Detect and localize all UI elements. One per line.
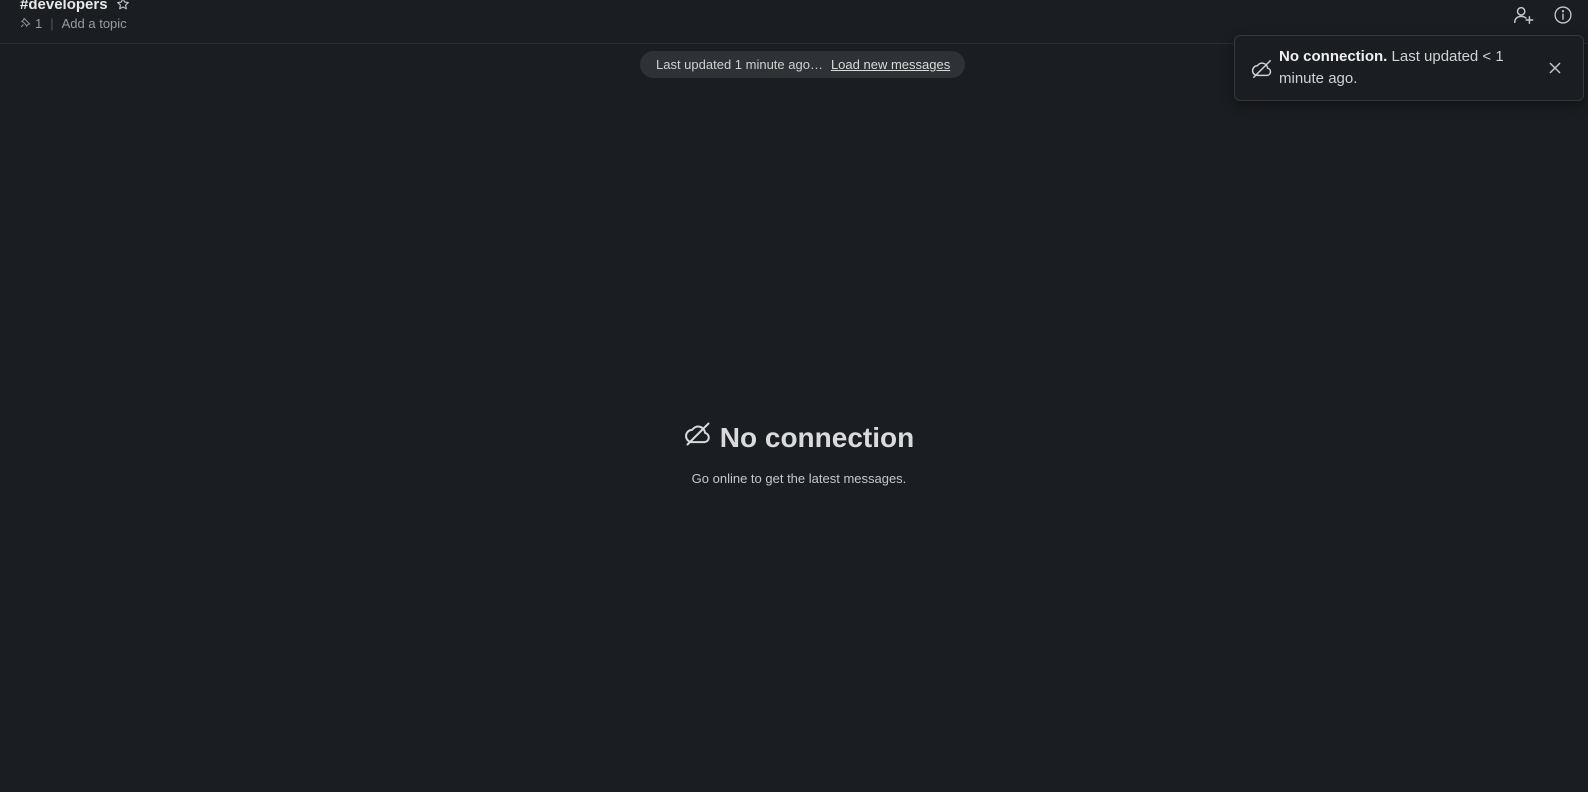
toast-message: No connection. Last updated < 1 minute a… [1279,46,1519,90]
empty-state-title: No connection [719,421,915,453]
channel-name[interactable]: #developers [20,0,108,13]
cloud-offline-icon [1251,58,1273,80]
info-icon[interactable] [1550,2,1576,28]
star-icon[interactable] [114,0,132,13]
add-topic-button[interactable]: Add a topic [62,16,127,31]
channel-meta: 1 | Add a topic [20,16,127,31]
empty-state-title-row: No connection [684,420,914,455]
meta-divider: | [50,16,54,31]
last-updated-banner: Last updated 1 minute ago… Load new mess… [640,51,966,78]
pin-count: 1 [35,16,43,31]
connection-toast: No connection. Last updated < 1 minute a… [1234,35,1584,101]
pin-icon [20,16,31,31]
load-new-messages-link[interactable]: Load new messages [831,57,950,72]
channel-title-row: #developers [20,0,132,13]
cloud-offline-icon [684,420,712,455]
close-icon[interactable] [1543,56,1567,80]
empty-state: No connection Go online to get the lates… [0,420,1588,486]
last-updated-text: Last updated 1 minute ago… [656,57,823,72]
add-member-icon[interactable] [1510,2,1536,28]
empty-state-subtitle: Go online to get the latest messages. [691,471,907,486]
pinned-items-button[interactable]: 1 [20,16,42,31]
toast-title: No connection. [1279,48,1388,65]
header-actions [1510,2,1576,28]
